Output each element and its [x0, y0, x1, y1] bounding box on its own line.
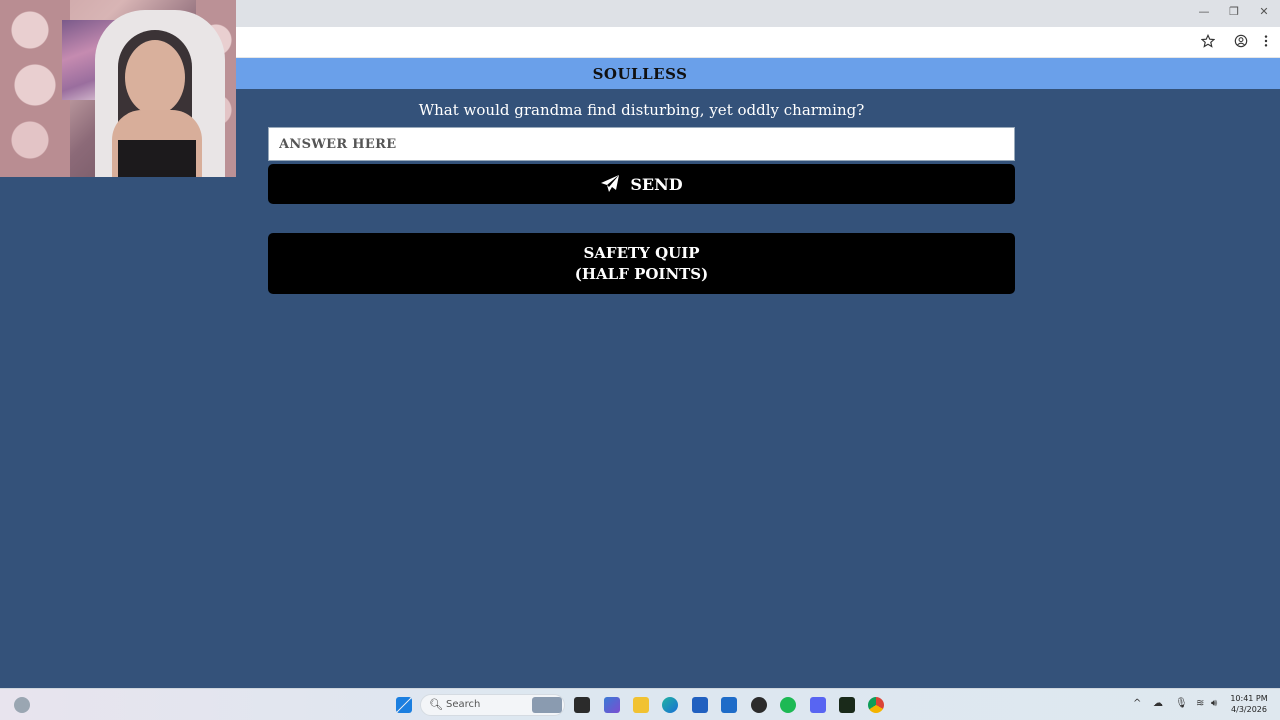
- close-button[interactable]: ✕: [1254, 5, 1274, 18]
- task-view-icon[interactable]: [574, 697, 590, 713]
- file-explorer-icon[interactable]: [633, 697, 649, 713]
- tray-chevron-icon[interactable]: ^: [1133, 698, 1141, 709]
- answer-input[interactable]: [268, 127, 1015, 161]
- search-icon: 🔍︎: [429, 698, 443, 711]
- weather-icon[interactable]: [14, 697, 30, 713]
- wifi-icon[interactable]: ≋: [1196, 698, 1204, 709]
- webcam-wall: [0, 0, 70, 177]
- webcam-person-face: [125, 40, 185, 115]
- spotify-icon[interactable]: [780, 697, 796, 713]
- obs-icon[interactable]: [751, 697, 767, 713]
- menu-dots-icon[interactable]: [1258, 34, 1274, 50]
- clock-date: 4/3/2026: [1231, 705, 1267, 714]
- browser-toolbar: [236, 27, 1280, 58]
- edge-icon[interactable]: [662, 697, 678, 713]
- outlook-icon[interactable]: [721, 697, 737, 713]
- send-button[interactable]: SEND: [268, 164, 1015, 204]
- safety-quip-button[interactable]: SAFETY QUIP (HALF POINTS): [268, 233, 1015, 294]
- clock-time: 10:41 PM: [1230, 694, 1268, 703]
- volume-icon[interactable]: 🔊︎: [1211, 698, 1217, 709]
- profile-icon[interactable]: [1233, 34, 1249, 50]
- store-icon[interactable]: [692, 697, 708, 713]
- browser-titlebar: — ❐ ✕: [236, 0, 1280, 27]
- star-icon[interactable]: [1200, 33, 1216, 50]
- app-icon[interactable]: [839, 697, 855, 713]
- restore-button[interactable]: ❐: [1224, 5, 1244, 18]
- paper-plane-icon: [601, 175, 620, 192]
- chrome-icon[interactable]: [868, 697, 884, 713]
- minimize-button[interactable]: —: [1194, 5, 1214, 18]
- player-name: SOULLESS: [592, 65, 688, 83]
- send-label: SEND: [630, 174, 683, 194]
- microphone-icon[interactable]: 🎙︎: [1175, 698, 1188, 709]
- search-highlight-icon: [532, 697, 562, 713]
- taskbar-clock[interactable]: 10:41 PM 4/3/2026: [1226, 693, 1272, 715]
- copilot-icon[interactable]: [604, 697, 620, 713]
- webcam-person-top: [118, 140, 196, 177]
- discord-icon[interactable]: [810, 697, 826, 713]
- game-header: SOULLESS: [236, 58, 1280, 89]
- search-label: Search: [446, 699, 481, 710]
- taskbar: 🔍︎ Search ^ ☁ 🎙︎ ≋ 🔊︎ 10:41 PM 4/3/2026: [0, 688, 1280, 720]
- onedrive-icon[interactable]: ☁: [1153, 698, 1163, 709]
- safety-quip-label: SAFETY QUIP: [583, 243, 700, 262]
- windows-start-icon[interactable]: [396, 697, 412, 713]
- question-prompt: What would grandma find disturbing, yet …: [418, 101, 865, 119]
- webcam-overlay: [0, 0, 236, 177]
- safety-quip-sublabel: (HALF POINTS): [574, 264, 709, 283]
